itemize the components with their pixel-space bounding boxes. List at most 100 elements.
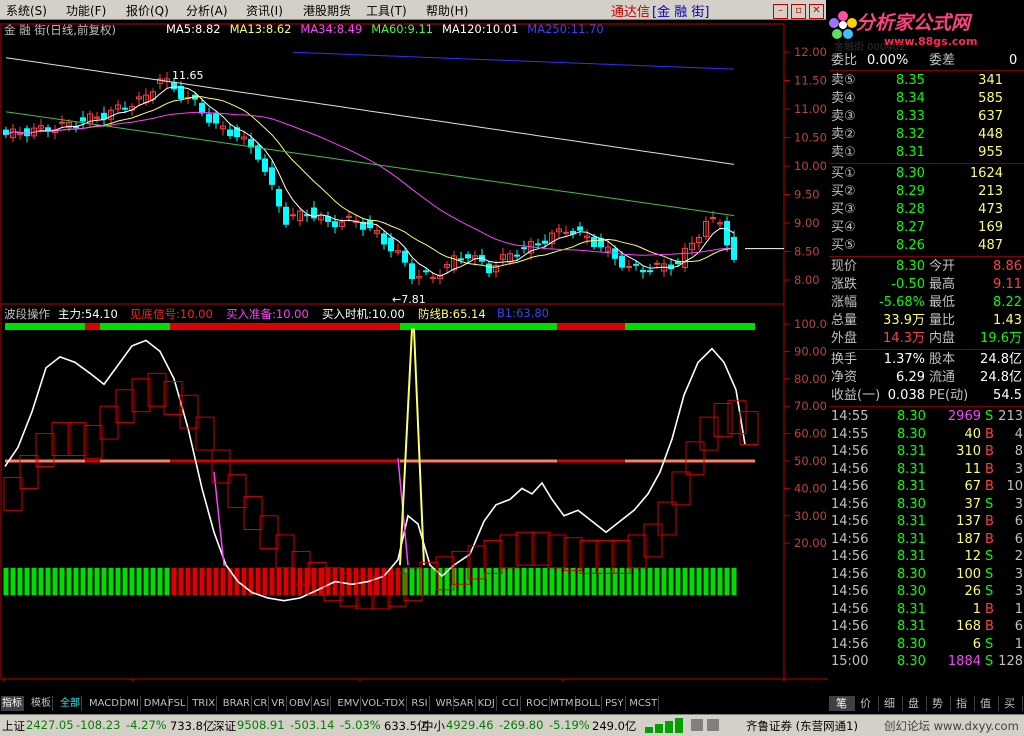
tab-fsl[interactable]: FSL: [167, 696, 188, 711]
detail-tab[interactable]: 价: [853, 696, 879, 711]
wave-box: [51, 422, 71, 457]
signal-bar: [549, 567, 555, 596]
candle-body: [647, 270, 653, 273]
wave-box: [243, 496, 263, 530]
tick-side: B: [985, 601, 994, 617]
tab-psy[interactable]: PSY: [604, 696, 626, 711]
signal-bar: [395, 567, 401, 596]
bid-vol: 487: [978, 238, 1003, 253]
tab-模板[interactable]: 模板: [30, 696, 53, 711]
candle-body: [535, 243, 541, 246]
tick-count: 213: [998, 409, 1023, 424]
signal-bar: [598, 567, 604, 596]
signal-bar: [717, 567, 723, 596]
tab-asi[interactable]: ASI: [312, 696, 332, 711]
tab-mcst[interactable]: MCST: [628, 696, 660, 711]
tick-price: 8.31: [897, 514, 926, 529]
signal-bar: [157, 567, 163, 596]
tick-time: 14:56: [831, 566, 869, 582]
tick-row: 14:55 8.30 2969 S 213: [829, 408, 1024, 425]
indicator-tick-label: 100.00: [794, 317, 828, 331]
menu-info[interactable]: 资讯(I): [246, 2, 283, 19]
tab-cci[interactable]: CCI: [501, 696, 521, 711]
tab-mtm[interactable]: MTM: [549, 696, 576, 711]
menu-hk-futures[interactable]: 港股期货: [303, 2, 351, 19]
close-icon[interactable]: ✕: [809, 4, 824, 19]
broker-name[interactable]: 齐鲁证券 (东营网通1): [746, 718, 858, 734]
menu-help[interactable]: 帮助(H): [426, 2, 468, 19]
signal-bar: [150, 567, 156, 596]
tab-dmi[interactable]: DMI: [119, 696, 141, 711]
watermark-logo: 分析家公式网 www.88gs.com 金融街 000402: [826, 0, 1024, 53]
ask-row: 卖⑤ 8.35 341: [829, 72, 1024, 89]
wave-box: [131, 378, 151, 413]
tab-brar[interactable]: BRAR: [222, 696, 252, 711]
tab-cr[interactable]: CR: [252, 696, 270, 711]
tab-kdj[interactable]: KDJ: [477, 696, 497, 711]
chart-area[interactable]: 12.00 11.50 11.00 10.50 10.00 9.50 9.00 8.50 8.0…: [0, 20, 828, 682]
tick-count: 10: [1006, 479, 1023, 494]
bid-price: 8.27: [896, 220, 925, 235]
tick-vol: 100: [956, 566, 981, 582]
tab-obv[interactable]: OBV: [288, 696, 313, 711]
detail-tab[interactable]: 细: [877, 696, 903, 711]
menu-quote[interactable]: 报价(Q): [126, 2, 169, 19]
tick-time: 14:56: [831, 514, 869, 529]
tick-price: 8.31: [897, 461, 926, 477]
candle-body: [654, 262, 660, 265]
tab-sar[interactable]: SAR: [452, 696, 476, 711]
menu-tools[interactable]: 工具(T): [366, 2, 407, 19]
tab-指标[interactable]: 指标: [1, 696, 24, 711]
tick-row: 14:56 8.30 37 S 3: [829, 496, 1024, 513]
detail-tab[interactable]: 势: [925, 696, 951, 711]
tab-boll[interactable]: BOLL: [573, 696, 603, 711]
tick-count: 6: [1014, 619, 1023, 634]
tick-count: 3: [1014, 584, 1023, 599]
tab-macd[interactable]: MACD: [88, 696, 121, 711]
main-force-line: [4, 339, 746, 602]
signal-bar: [220, 567, 226, 596]
detail-tab[interactable]: 值: [973, 696, 999, 711]
tab-dma[interactable]: DMA: [143, 696, 169, 711]
candle-body: [248, 139, 254, 148]
signal-bar: [192, 567, 198, 596]
price-tick-label: 11.00: [794, 102, 827, 116]
tick-price: 8.31: [897, 601, 926, 617]
wave-box: [227, 474, 247, 509]
signal-bar: [108, 567, 114, 596]
signal-bar: [528, 567, 534, 596]
detail-tab[interactable]: 笔: [829, 696, 855, 711]
tick-count: 1: [1014, 636, 1023, 652]
tick-vol: 67: [964, 479, 981, 494]
tab-roc[interactable]: ROC: [525, 696, 550, 711]
tick-price: 8.31: [897, 619, 926, 634]
ask-price: 8.35: [896, 73, 925, 88]
tab-trix[interactable]: TRIX: [191, 696, 218, 711]
wave-box: [727, 400, 747, 435]
minimize-icon[interactable]: –: [773, 4, 788, 19]
detail-tab[interactable]: 买: [997, 696, 1023, 711]
restore-icon[interactable]: ▫: [791, 4, 806, 19]
menu-function[interactable]: 功能(F): [66, 2, 106, 19]
detail-tab[interactable]: 指: [949, 696, 975, 711]
wave-box: [99, 405, 119, 440]
signal-bar: [24, 567, 30, 596]
menu-analysis[interactable]: 分析(A): [186, 2, 228, 19]
ask-vol: 955: [978, 145, 1003, 160]
signal-bar: [129, 567, 135, 596]
tab-全部[interactable]: 全部: [59, 696, 82, 711]
candle-body: [633, 263, 639, 266]
tick-count: 6: [1014, 531, 1023, 547]
tab-emv[interactable]: EMV: [336, 696, 362, 711]
tick-vol: 12: [964, 549, 981, 564]
tab-vol-tdx[interactable]: VOL-TDX: [361, 696, 407, 711]
menu-system[interactable]: 系统(S): [6, 2, 47, 19]
signal-bar: [654, 567, 660, 596]
high-price-label: 11.65: [172, 69, 204, 82]
tab-rsi[interactable]: RSI: [410, 696, 430, 711]
ask-price: 8.34: [896, 91, 925, 106]
detail-tab[interactable]: 盘: [901, 696, 927, 711]
candle-body: [724, 220, 730, 246]
chart-canvas[interactable]: 12.00 11.50 11.00 10.50 10.00 9.50 9.00 8.50 8.0…: [0, 20, 828, 682]
tab-vr[interactable]: VR: [270, 696, 287, 711]
